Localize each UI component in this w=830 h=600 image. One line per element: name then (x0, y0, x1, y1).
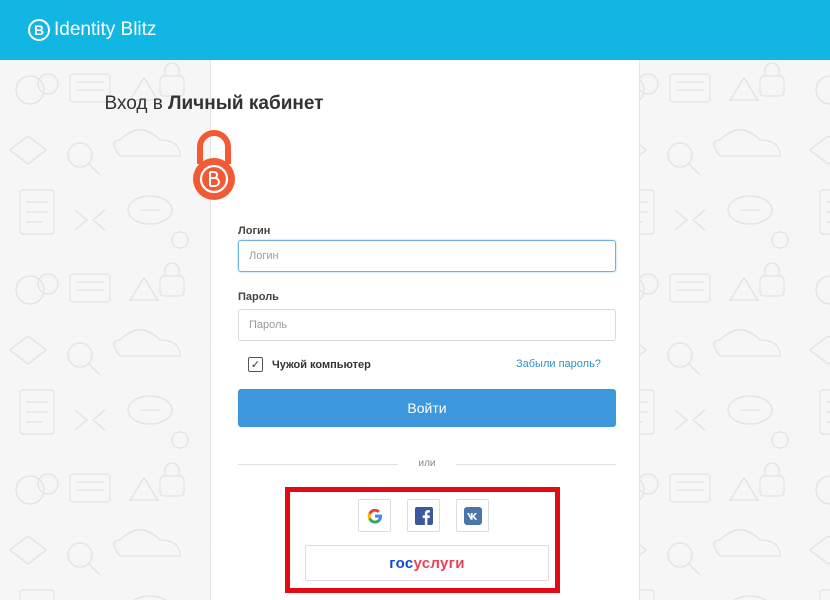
highlight-box (285, 487, 560, 593)
divider-right (456, 464, 616, 465)
brand-name: Identity Blitz (54, 19, 157, 40)
login-placeholder: Логин (249, 250, 279, 262)
remember-row: ✓ Чужой компьютер (248, 357, 371, 372)
other-computer-label[interactable]: Чужой компьютер (272, 359, 371, 371)
page-title: Вход в Личный кабинет (0, 93, 428, 115)
brand-logo[interactable]: B Identity Blitz (28, 19, 156, 41)
header-bar: B Identity Blitz (0, 0, 830, 60)
brand-logo-icon: B (28, 19, 50, 41)
title-bold: Личный кабинет (168, 93, 324, 114)
divider-left (238, 464, 398, 465)
password-input[interactable]: Пароль (238, 309, 616, 341)
login-button[interactable]: Войти (238, 389, 616, 427)
login-input[interactable]: Логин (238, 240, 616, 272)
password-placeholder: Пароль (249, 319, 288, 331)
padlock-icon (193, 130, 235, 200)
title-prefix: Вход в (104, 93, 163, 114)
password-label: Пароль (238, 291, 279, 303)
other-computer-checkbox[interactable]: ✓ (248, 357, 263, 372)
login-label: Логин (238, 225, 271, 237)
checkmark-icon: ✓ (250, 359, 261, 371)
forgot-password-link[interactable]: Забыли пароль? (516, 358, 601, 370)
or-separator: или (418, 458, 436, 469)
